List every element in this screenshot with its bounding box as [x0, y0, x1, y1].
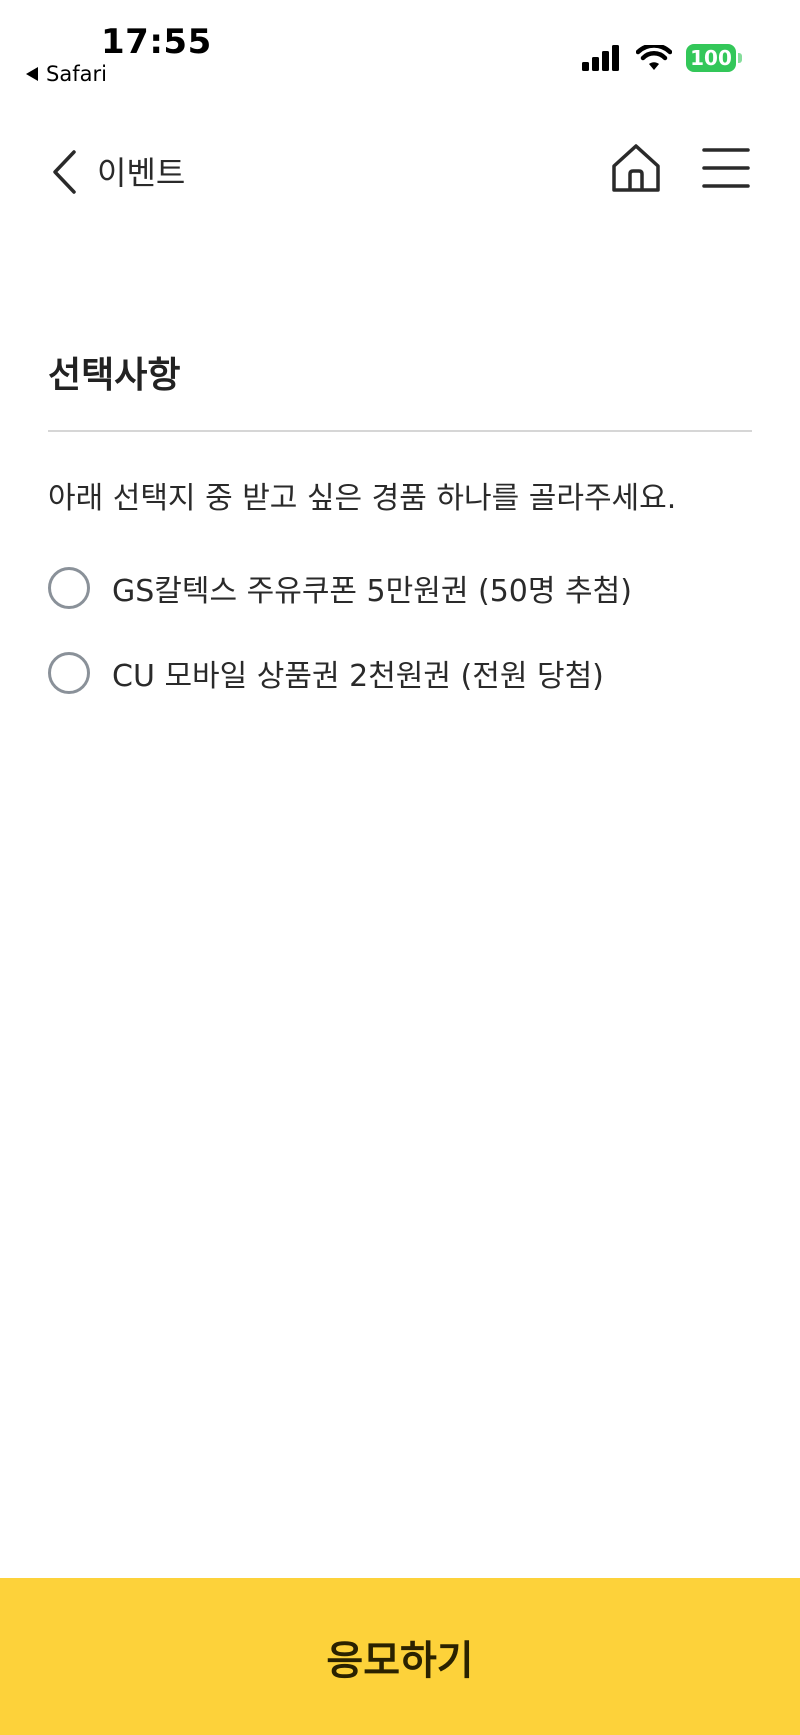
option-label: GS칼텍스 주유쿠폰 5만원권 (50명 추첨) — [112, 574, 632, 609]
option-label: CU 모바일 상품권 2천원권 (전원 당첨) — [112, 659, 604, 694]
radio-button[interactable] — [48, 652, 90, 694]
page-title: 이벤트 — [97, 154, 186, 192]
radio-button[interactable] — [48, 567, 90, 609]
instruction-text: 아래 선택지 중 받고 싶은 경품 하나를 골라주세요. — [48, 481, 677, 516]
prize-option-gs-caltex[interactable]: GS칼텍스 주유쿠폰 5만원권 (50명 추첨) — [48, 558, 752, 618]
back-button[interactable] — [44, 142, 84, 202]
nav-bar: 이벤트 — [0, 120, 800, 220]
battery-level: 100 — [690, 46, 732, 70]
section-title: 선택사항 — [48, 355, 181, 396]
home-button[interactable] — [608, 140, 664, 196]
status-bar: 17:55 Safari 100 — [0, 0, 800, 100]
apply-button-label: 응모하기 — [326, 1638, 474, 1683]
menu-button[interactable] — [700, 144, 752, 192]
section-divider — [48, 430, 752, 432]
back-triangle-icon — [26, 67, 38, 81]
home-icon — [612, 144, 660, 192]
status-time: 17:55 — [101, 22, 212, 62]
apply-button[interactable]: 응모하기 — [0, 1578, 800, 1735]
prize-option-cu-voucher[interactable]: CU 모바일 상품권 2천원권 (전원 당첨) — [48, 643, 752, 703]
back-app-label: Safari — [46, 62, 107, 86]
status-indicators: 100 — [582, 44, 742, 72]
wifi-icon — [636, 45, 672, 70]
back-to-app[interactable]: Safari — [26, 62, 107, 86]
hamburger-menu-icon — [702, 148, 750, 188]
chevron-left-icon — [53, 150, 76, 194]
cellular-signal-icon — [582, 45, 619, 71]
battery-icon: 100 — [686, 44, 742, 72]
